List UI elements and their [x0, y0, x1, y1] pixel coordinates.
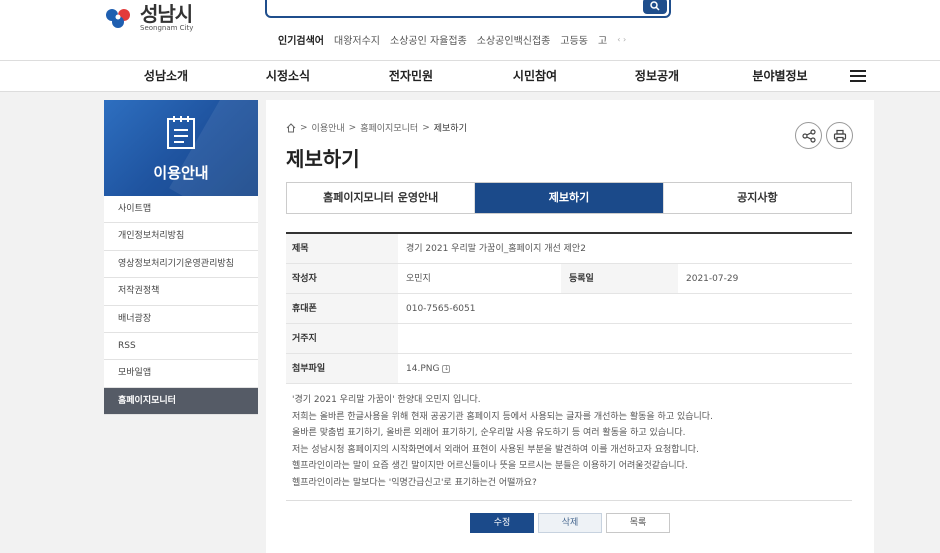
sidebar-item-copyright[interactable]: 저작권정책	[104, 278, 258, 306]
main-navigation: 성남소개 시정소식 전자민원 시민참여 정보공개 분야별정보	[0, 60, 940, 92]
download-icon[interactable]: ↓	[442, 364, 451, 373]
tab-report[interactable]: 제보하기	[475, 183, 664, 213]
sidebar-item-banner[interactable]: 배너광장	[104, 306, 258, 333]
date-label: 등록일	[561, 264, 678, 293]
nav-item[interactable]: 분야별정보	[752, 61, 807, 91]
table-row: 작성자 오민지 등록일 2021-07-29	[286, 264, 852, 294]
nav-item[interactable]: 정보공개	[635, 61, 679, 91]
attachment-value: 14.PNG ↓	[398, 354, 852, 383]
breadcrumb-current: 제보하기	[433, 124, 467, 134]
share-button[interactable]	[795, 122, 822, 149]
phone-label: 휴대폰	[286, 294, 398, 323]
sidebar-title: 이용안내	[153, 164, 209, 182]
sidebar-item-monitor[interactable]: 홈페이지모니터	[104, 387, 258, 416]
attachment-link[interactable]: 14.PNG	[406, 364, 439, 374]
post-body-line: 헬프라인이라는 말이 요즘 생긴 말이지만 어르신들이나 뜻을 모르시는 분들은…	[292, 461, 688, 472]
popular-keyword[interactable]: 소상공인 자율접종	[390, 32, 467, 47]
content-tabs: 홈페이지모니터 운영안내 제보하기 공지사항	[286, 182, 852, 214]
print-icon	[833, 129, 846, 142]
site-logo[interactable]: 성남시 Seongnam City	[104, 4, 193, 32]
home-icon[interactable]	[286, 122, 296, 133]
author-label: 작성자	[286, 264, 398, 293]
nav-item[interactable]: 전자민원	[389, 61, 433, 91]
post-view-table: 제목 경기 2021 우리말 가꿈이_홈페이지 개선 제안2 작성자 오민지 등…	[286, 232, 852, 501]
post-body-line: 올바른 맞춤법 표기하기, 올바른 외래어 표기하기, 순우리말 사용 유도하기…	[292, 428, 686, 439]
date-value: 2021-07-29	[686, 274, 739, 284]
popular-keyword[interactable]: 대왕저수지	[334, 32, 380, 47]
site-header: 성남시 Seongnam City 인기검색어 대왕저수지 소상공인 자율접종 …	[0, 0, 940, 60]
table-row: 첨부파일 14.PNG ↓	[286, 354, 852, 384]
search-icon	[650, 1, 660, 11]
breadcrumb-item[interactable]: 이용안내	[312, 121, 345, 134]
list-button[interactable]: 목록	[606, 513, 670, 533]
sidebar-item-rss[interactable]: RSS	[104, 333, 258, 361]
breadcrumb-separator: >	[300, 122, 308, 133]
post-body-line: 저는 성남시청 홈페이지의 시작화면에서 외래어 표현이 사용된 부분을 발견하…	[292, 444, 699, 455]
logo-text: 성남시	[140, 2, 193, 26]
breadcrumb-separator: >	[348, 122, 357, 133]
subject-value: 경기 2021 우리말 가꿈이_홈페이지 개선 제안2	[406, 244, 586, 254]
breadcrumb-separator: >	[422, 122, 430, 133]
sidebar-item-mobile-app[interactable]: 모바일앱	[104, 360, 258, 388]
sidebar-item-privacy[interactable]: 개인정보처리방침	[104, 223, 258, 251]
popular-keywords-title: 인기검색어	[278, 36, 324, 47]
popular-keyword[interactable]: 고	[598, 32, 607, 47]
nav-item[interactable]: 시정소식	[266, 61, 310, 91]
subject-label: 제목	[286, 234, 398, 263]
edit-button[interactable]: 수정	[470, 513, 534, 533]
nav-item[interactable]: 성남소개	[144, 61, 188, 91]
city-emblem-icon	[104, 7, 134, 29]
table-row: 제목 경기 2021 우리말 가꿈이_홈페이지 개선 제안2	[286, 234, 852, 264]
main-content: > 이용안내 > 홈페이지모니터 > 제보하기 제보하기 홈페이지모니터 운영안…	[266, 100, 874, 553]
breadcrumb: > 이용안내 > 홈페이지모니터 > 제보하기	[286, 121, 467, 134]
table-row: 휴대폰 010-7565-6051	[286, 294, 852, 324]
breadcrumb-item[interactable]: 홈페이지모니터	[360, 121, 418, 134]
keyword-rotate-arrows[interactable]: ‹ ›	[617, 35, 626, 44]
action-buttons: 수정 삭제 목록	[470, 513, 674, 533]
page-title: 제보하기	[286, 147, 360, 171]
delete-button[interactable]: 삭제	[538, 513, 602, 533]
sidebar-list: 사이트맵 개인정보처리방침 영상정보처리기기운영관리방침 저작권정책 배너광장 …	[104, 196, 258, 416]
search-button[interactable]	[643, 0, 667, 14]
print-button[interactable]	[826, 122, 853, 149]
popular-keyword[interactable]: 고등동	[560, 32, 588, 47]
tab-notice[interactable]: 공지사항	[664, 183, 851, 213]
post-body-line: 헬프라인이라는 말보다는 '익명간급신고'로 표기하는건 어떨까요?	[292, 477, 537, 488]
search-input[interactable]	[265, 0, 671, 18]
post-body-line: 저희는 올바른 한글사용을 위해 현재 공공기관 홈페이지 등에서 사용되는 글…	[292, 411, 713, 422]
post-body-line: '경기 2021 우리말 가꿈이' 한양대 오민지 입니다.	[292, 395, 481, 405]
address-value	[398, 324, 852, 353]
author-value: 오민지	[406, 274, 431, 284]
menu-icon[interactable]	[850, 70, 866, 82]
popular-keyword[interactable]: 소상공인백신접종	[477, 32, 551, 47]
popular-keywords: 인기검색어 대왕저수지 소상공인 자율접종 소상공인백신접종 고등동 고 ‹ ›	[278, 32, 626, 47]
phone-value: 010-7565-6051	[406, 304, 476, 314]
clipboard-icon	[166, 114, 196, 154]
tab-monitor-guide[interactable]: 홈페이지모니터 운영안내	[287, 183, 476, 213]
sidebar-item-sitemap[interactable]: 사이트맵	[104, 196, 258, 224]
share-icon	[801, 128, 816, 143]
sidebar-header: 이용안내	[104, 100, 258, 196]
address-label: 거주지	[286, 324, 398, 353]
attachment-label: 첨부파일	[286, 354, 398, 383]
sidebar: 이용안내 사이트맵 개인정보처리방침 영상정보처리기기운영관리방침 저작권정책 …	[104, 100, 258, 416]
post-body: '경기 2021 우리말 가꿈이' 한양대 오민지 입니다. 저희는 올바른 한…	[286, 384, 852, 501]
table-row: 거주지	[286, 324, 852, 354]
logo-subtext: Seongnam City	[140, 24, 194, 32]
sidebar-item-cctv-policy[interactable]: 영상정보처리기기운영관리방침	[104, 251, 258, 279]
nav-item[interactable]: 시민참여	[513, 61, 557, 91]
